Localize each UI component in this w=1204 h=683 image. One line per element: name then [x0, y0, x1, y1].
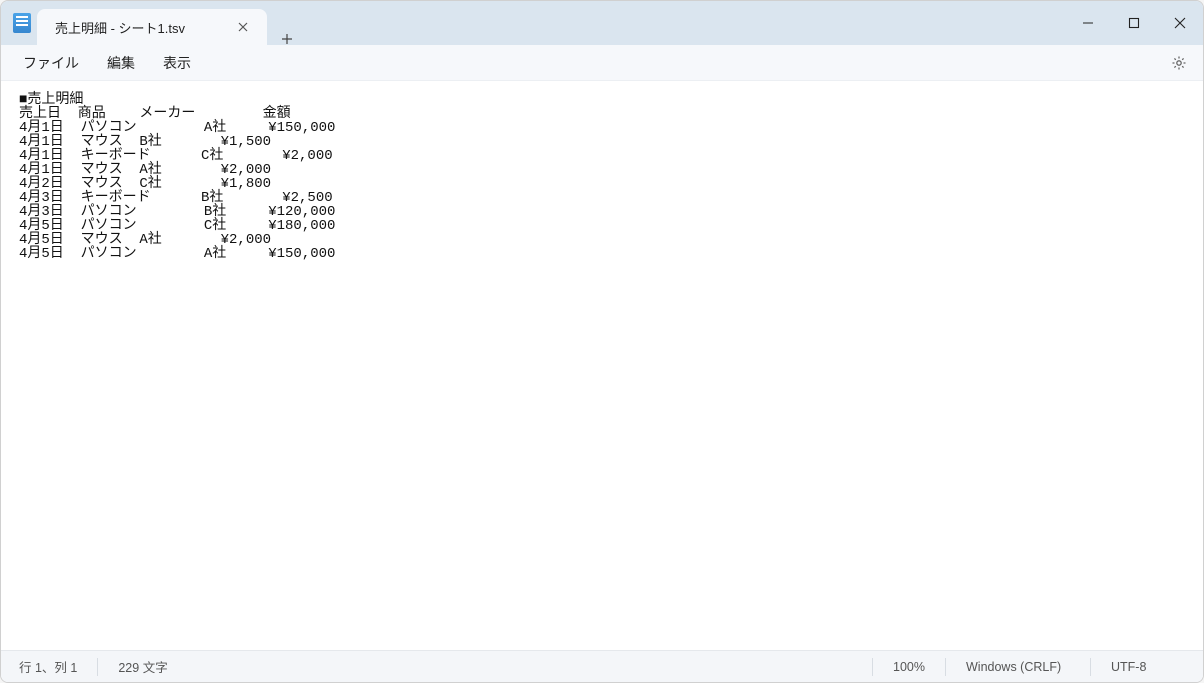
- menubar: ファイル 編集 表示: [1, 45, 1203, 81]
- menu-edit[interactable]: 編集: [93, 49, 149, 77]
- document-tab[interactable]: 売上明細 - シート1.tsv: [37, 9, 267, 45]
- status-separator: [97, 658, 98, 676]
- titlebar: 売上明細 - シート1.tsv: [1, 1, 1203, 45]
- close-tab-button[interactable]: [233, 17, 253, 37]
- titlebar-left: [1, 1, 37, 45]
- menu-view[interactable]: 表示: [149, 49, 205, 77]
- status-line-ending[interactable]: Windows (CRLF): [958, 660, 1078, 674]
- status-right: 100% Windows (CRLF) UTF-8: [860, 658, 1193, 676]
- tab-strip: 売上明細 - シート1.tsv: [37, 1, 307, 45]
- titlebar-drag-region[interactable]: [307, 1, 1065, 45]
- status-separator: [872, 658, 873, 676]
- tab-title: 売上明細 - シート1.tsv: [55, 18, 233, 37]
- gear-icon: [1171, 55, 1187, 71]
- status-char-count: 229 文字: [110, 657, 175, 676]
- status-left: 行 1、列 1 229 文字: [11, 657, 176, 676]
- status-zoom[interactable]: 100%: [885, 660, 933, 674]
- maximize-button[interactable]: [1111, 1, 1157, 45]
- app-window: 売上明細 - シート1.tsv ファイル 編集 表示: [0, 0, 1204, 683]
- menu-file[interactable]: ファイル: [9, 49, 93, 77]
- app-icon: [13, 13, 31, 33]
- settings-button[interactable]: [1163, 49, 1195, 77]
- status-cursor-position[interactable]: 行 1、列 1: [11, 657, 85, 676]
- status-encoding[interactable]: UTF-8: [1103, 660, 1193, 674]
- statusbar: 行 1、列 1 229 文字 100% Windows (CRLF) UTF-8: [1, 650, 1203, 682]
- status-separator: [1090, 658, 1091, 676]
- close-window-button[interactable]: [1157, 1, 1203, 45]
- minimize-button[interactable]: [1065, 1, 1111, 45]
- window-controls: [1065, 1, 1203, 45]
- new-tab-button[interactable]: [267, 33, 307, 45]
- text-editor-content[interactable]: ■売上明細 売上日 商品 メーカー 金額 4月1日 パソコン A社 ¥150,0…: [1, 81, 1203, 650]
- status-separator: [945, 658, 946, 676]
